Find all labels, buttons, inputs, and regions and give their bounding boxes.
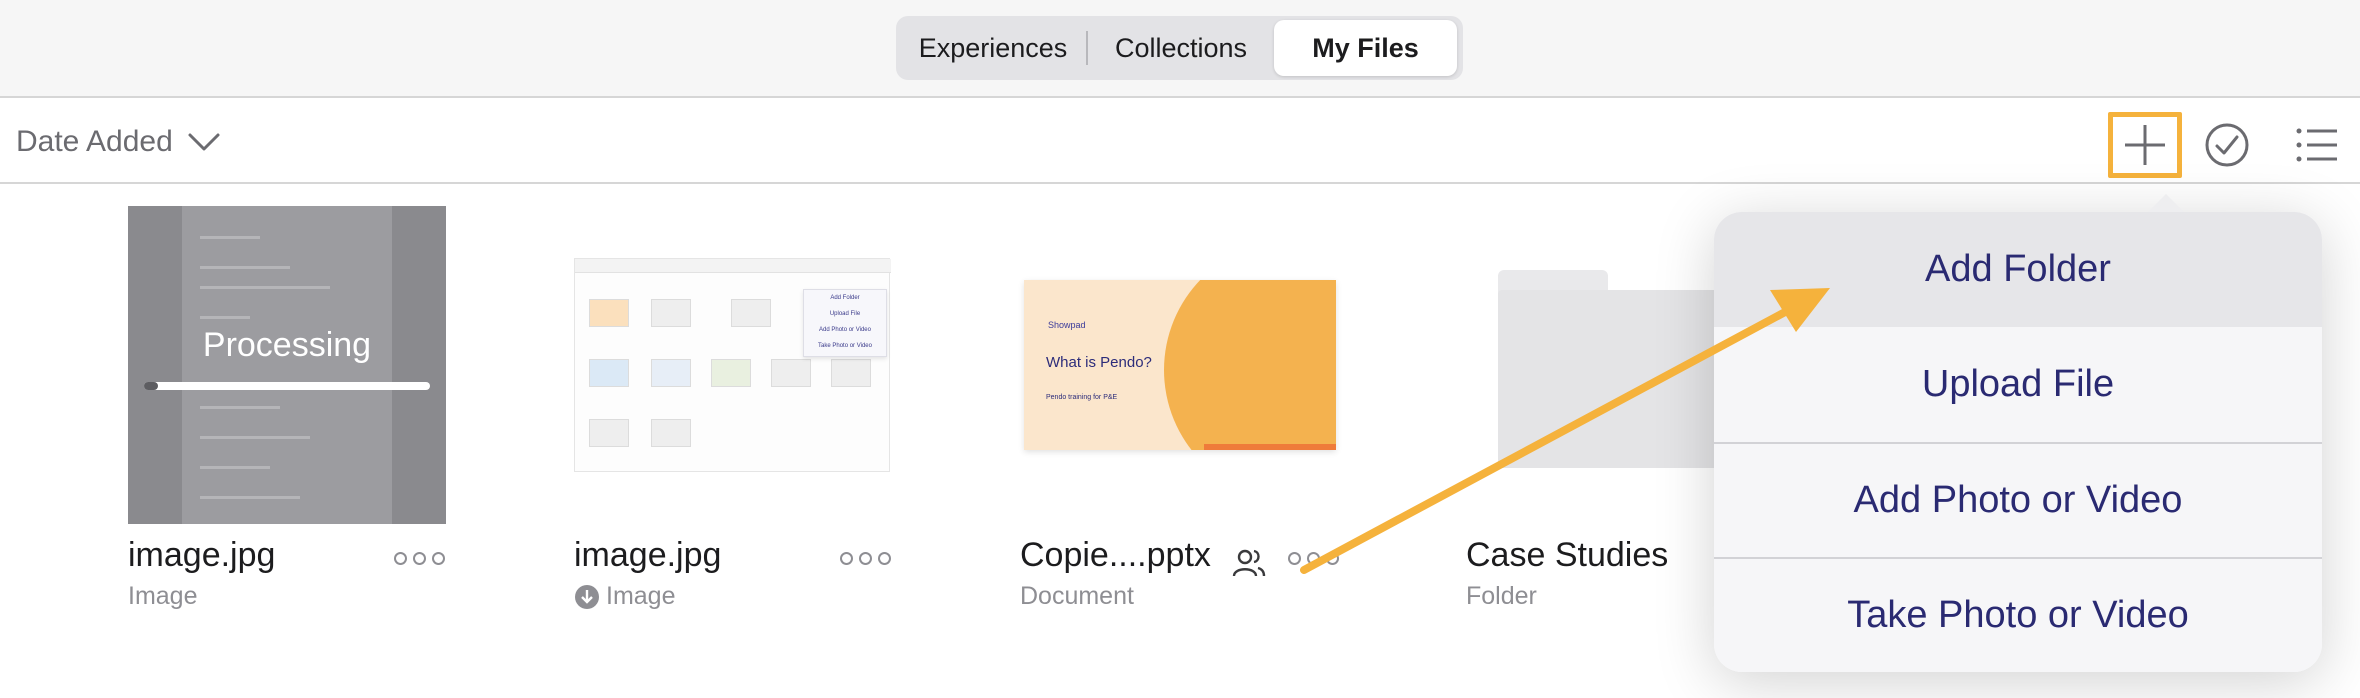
file-kind: Document — [1020, 582, 1134, 611]
tab-my-files[interactable]: My Files — [1274, 20, 1457, 76]
file-kind-label: Image — [606, 582, 676, 610]
add-button[interactable] — [2108, 112, 2182, 178]
file-name: Case Studies — [1466, 536, 1669, 574]
file-kind: Folder — [1466, 582, 1537, 611]
shared-users-icon — [1232, 549, 1266, 577]
file-name: image.jpg — [574, 536, 722, 574]
list-view-button[interactable] — [2284, 112, 2350, 178]
thumbnail-menu: Add Folder Upload File Add Photo or Vide… — [803, 289, 887, 357]
add-menu-popover: Add Folder Upload File Add Photo or Vide… — [1714, 194, 2322, 672]
sort-label: Date Added — [16, 125, 173, 158]
file-thumbnail: Add Folder Upload File Add Photo or Vide… — [574, 258, 891, 472]
file-thumbnail: Processing — [128, 206, 446, 524]
plus-icon — [2125, 125, 2165, 165]
menu-take-photo-or-video[interactable]: Take Photo or Video — [1714, 557, 2322, 672]
popover-arrow — [2146, 194, 2186, 214]
menu-add-folder[interactable]: Add Folder — [1714, 212, 2322, 327]
menu-add-photo-or-video[interactable]: Add Photo or Video — [1714, 442, 2322, 557]
file-kind-label: Image — [128, 582, 198, 610]
tab-collections[interactable]: Collections — [1088, 20, 1274, 76]
thumbnail-menu-item: Add Photo or Video — [819, 327, 871, 333]
menu-upload-file[interactable]: Upload File — [1714, 327, 2322, 442]
more-options-button[interactable] — [1288, 552, 1339, 572]
processing-progress-bar — [144, 382, 430, 390]
tab-experiences[interactable]: Experiences — [900, 20, 1086, 76]
file-kind: Image — [574, 582, 675, 611]
more-options-button[interactable] — [840, 552, 891, 572]
thumbnail-menu-item: Take Photo or Video — [818, 343, 872, 349]
select-button[interactable] — [2194, 112, 2260, 178]
file-kind: Image — [128, 582, 197, 611]
download-icon — [575, 584, 599, 609]
sort-dropdown[interactable]: Date Added — [16, 100, 221, 184]
processing-label: Processing — [202, 326, 372, 364]
file-name: image.jpg — [128, 536, 276, 574]
top-bar: Experiences Collections My Files — [0, 0, 2360, 98]
file-kind-label: Folder — [1466, 582, 1537, 610]
deck-title: What is Pendo? — [1046, 354, 1152, 371]
deck-brand: Showpad — [1048, 320, 1086, 330]
checkmark-circle-icon — [2205, 123, 2249, 167]
deck-subtitle: Pendo training for P&E — [1046, 394, 1118, 401]
thumbnail-menu-item: Add Folder — [830, 295, 860, 301]
list-view-icon — [2296, 128, 2337, 162]
chevron-down-icon — [188, 133, 220, 151]
thumbnail-menu-item: Upload File — [829, 311, 861, 317]
segmented-control: Experiences Collections My Files — [896, 16, 1463, 80]
thumbnail-ghost-screen — [182, 206, 392, 524]
file-name: Copie....pptx — [1020, 536, 1211, 574]
file-kind-label: Document — [1020, 582, 1134, 610]
file-thumbnail: Showpad What is Pendo? Pendo training fo… — [1024, 280, 1336, 450]
more-options-button[interactable] — [394, 552, 445, 572]
toolbar: Date Added — [0, 100, 2360, 184]
